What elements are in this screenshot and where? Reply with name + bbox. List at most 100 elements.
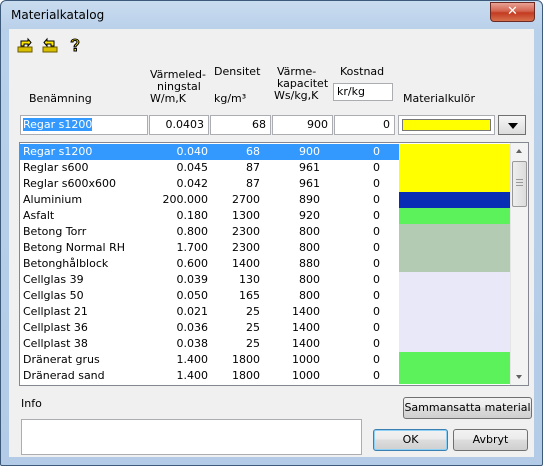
material-name: Cellplast 38 <box>23 337 88 350</box>
material-color-swatch <box>399 224 510 240</box>
material-row[interactable]: Cellplast 21 0.021 25 1400 0 <box>20 304 399 320</box>
material-color-swatch <box>399 352 510 368</box>
material-heatcap: 800 <box>299 241 320 254</box>
help-icon[interactable] <box>67 37 83 53</box>
material-density: 87 <box>246 177 260 190</box>
composite-materials-button[interactable]: Sammansatta material <box>403 397 532 419</box>
window-title: Materialkatalog <box>11 8 105 22</box>
color-swatch <box>402 119 491 131</box>
material-name: Dränerad sand <box>23 369 105 382</box>
material-color-swatch <box>399 368 510 384</box>
material-density: 2700 <box>232 193 260 206</box>
material-density: 1800 <box>232 353 260 366</box>
material-name: Cellplast 36 <box>23 321 88 334</box>
material-row[interactable]: Reglar s600x600 0.042 87 961 0 <box>20 176 399 192</box>
material-name: Betong Normal RH <box>23 241 126 254</box>
color-select[interactable] <box>398 115 495 135</box>
material-cost: 0 <box>373 369 380 382</box>
material-color-swatch <box>399 256 510 272</box>
material-row[interactable]: Dränerad sand 1.400 1800 1000 0 <box>20 368 399 384</box>
info-label: Info <box>21 397 42 410</box>
heatcap-input[interactable]: 900 <box>272 115 333 135</box>
material-color-swatch <box>399 272 510 288</box>
export-icon[interactable] <box>42 37 58 53</box>
header-color: Materialkulör <box>403 92 475 105</box>
material-cost: 0 <box>373 225 380 238</box>
name-input[interactable]: Regar s1200 <box>20 115 148 135</box>
material-row[interactable]: Regar s1200 0.040 68 900 0 <box>20 144 399 160</box>
info-box[interactable] <box>21 419 362 455</box>
material-color-swatch <box>399 288 510 304</box>
conductivity-input[interactable]: 0.0403 <box>149 115 209 135</box>
material-color-swatch <box>399 176 510 192</box>
material-color-swatch <box>399 192 510 208</box>
material-name: Dränerat grus <box>23 353 100 366</box>
material-conductivity: 0.040 <box>176 145 209 158</box>
density-input[interactable]: 68 <box>210 115 271 135</box>
material-name: Reglar s600 <box>23 161 89 174</box>
material-heatcap: 800 <box>299 289 320 302</box>
material-cost: 0 <box>373 321 380 334</box>
material-conductivity: 0.180 <box>176 209 209 222</box>
material-density: 2300 <box>232 241 260 254</box>
material-heatcap: 890 <box>299 193 320 206</box>
material-heatcap: 961 <box>299 177 320 190</box>
material-name: Regar s1200 <box>23 145 93 158</box>
material-name: Cellglas 50 <box>23 289 84 302</box>
material-row[interactable]: Cellplast 36 0.036 25 1400 0 <box>20 320 399 336</box>
header-density: Densitet <box>214 65 261 78</box>
cost-unit-field[interactable]: kr/kg <box>333 83 393 101</box>
material-name: Cellglas 39 <box>23 273 84 286</box>
material-conductivity: 0.800 <box>176 225 209 238</box>
material-cost: 0 <box>373 209 380 222</box>
material-list[interactable]: Regar s1200 0.040 68 900 0 Reglar s600 0.045 87… <box>19 142 529 386</box>
vertical-scrollbar[interactable] <box>510 143 528 385</box>
material-name: Cellplast 21 <box>23 305 88 318</box>
material-cost: 0 <box>373 241 380 254</box>
material-row[interactable]: Cellglas 50 0.050 165 800 0 <box>20 288 399 304</box>
material-row[interactable]: Asfalt 0.180 1300 920 0 <box>20 208 399 224</box>
material-row[interactable]: Betong Torr 0.800 2300 800 0 <box>20 224 399 240</box>
material-row[interactable]: Cellplast 38 0.038 25 1400 0 <box>20 336 399 352</box>
material-heatcap: 800 <box>299 225 320 238</box>
material-row[interactable]: Cellglas 39 0.039 130 800 0 <box>20 272 399 288</box>
scroll-up-icon[interactable] <box>511 143 528 159</box>
material-conductivity: 0.042 <box>176 177 209 190</box>
material-heatcap: 1400 <box>292 305 320 318</box>
cost-input[interactable]: 0 <box>334 115 395 135</box>
material-row[interactable]: Betong Normal RH 1.700 2300 800 0 <box>20 240 399 256</box>
material-name: Betonghålblock <box>23 257 109 270</box>
material-name: Reglar s600x600 <box>23 177 116 190</box>
header-density-unit: kg/m³ <box>214 92 247 105</box>
header-heatcap-unit: Ws/kg,K <box>274 89 319 102</box>
color-dropdown-button[interactable] <box>498 115 526 135</box>
material-density: 68 <box>246 145 260 158</box>
scroll-thumb[interactable] <box>512 161 527 207</box>
material-row[interactable]: Betonghålblock 0.600 1400 880 0 <box>20 256 399 272</box>
material-row[interactable]: Aluminium 200.000 2700 890 0 <box>20 192 399 208</box>
material-conductivity: 0.021 <box>176 305 209 318</box>
material-heatcap: 1400 <box>292 337 320 350</box>
material-conductivity: 0.050 <box>176 289 209 302</box>
material-color-swatch <box>399 144 510 160</box>
ok-button[interactable]: OK <box>373 429 448 451</box>
material-row[interactable]: Reglar s600 0.045 87 961 0 <box>20 160 399 176</box>
material-conductivity: 1.400 <box>176 369 209 382</box>
material-density: 1800 <box>232 369 260 382</box>
material-heatcap: 880 <box>299 257 320 270</box>
material-cost: 0 <box>373 305 380 318</box>
material-heatcap: 800 <box>299 273 320 286</box>
material-name: Aluminium <box>23 193 83 206</box>
cancel-button[interactable]: Avbryt <box>453 429 528 451</box>
material-name: Betong Torr <box>23 225 87 238</box>
title-bar[interactable]: Materialkatalog ✕ <box>1 1 542 29</box>
material-cost: 0 <box>373 177 380 190</box>
scroll-down-icon[interactable] <box>511 369 528 385</box>
material-heatcap: 1400 <box>292 321 320 334</box>
close-button[interactable]: ✕ <box>490 2 535 22</box>
material-color-swatch <box>399 208 510 224</box>
material-cost: 0 <box>373 337 380 350</box>
material-row[interactable]: Dränerat grus 1.400 1800 1000 0 <box>20 352 399 368</box>
material-name: Asfalt <box>23 209 55 222</box>
import-icon[interactable] <box>17 37 33 53</box>
